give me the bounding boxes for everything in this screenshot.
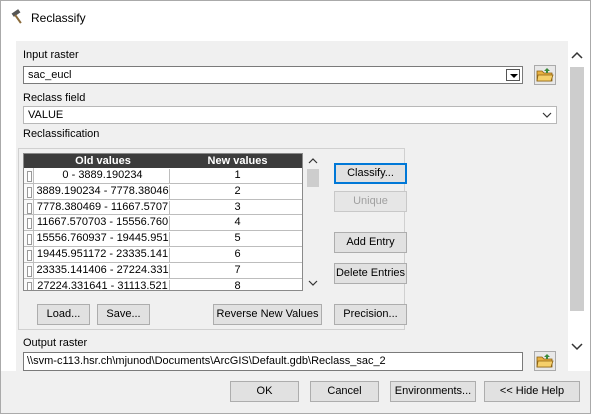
old-values-header: Old values (75, 155, 131, 167)
input-raster-combo[interactable]: sac_eucl (23, 66, 523, 84)
table-row[interactable]: 3889.190234 - 7778.38046 2 (24, 183, 302, 200)
reclass-table[interactable]: Old values New values 0 - 3889.190234 1 38… (23, 153, 303, 291)
add-entry-button[interactable]: Add Entry (334, 232, 407, 253)
table-row[interactable]: 0 - 3889.190234 1 (24, 168, 302, 184)
folder-open-icon (536, 354, 554, 368)
table-scrollbar[interactable] (305, 153, 321, 291)
window-title: Reclassify (31, 11, 86, 25)
new-value-cell[interactable]: 8 (171, 280, 302, 290)
chevron-down-icon[interactable] (506, 69, 520, 81)
new-value-cell[interactable]: 2 (171, 185, 302, 197)
old-value-cell[interactable]: 27224.331641 - 31113.521 (36, 279, 170, 290)
row-selector[interactable] (24, 278, 34, 290)
scroll-thumb[interactable] (570, 67, 584, 311)
precision-button[interactable]: Precision... (334, 304, 407, 325)
scroll-thumb[interactable] (307, 169, 319, 187)
output-raster-value: \\svm-c113.hsr.ch\mjunod\Documents\ArcGI… (27, 355, 386, 367)
table-header: Old values New values (24, 154, 302, 168)
input-raster-browse-button[interactable] (534, 65, 556, 85)
row-selector[interactable] (24, 262, 34, 278)
classify-button[interactable]: Classify... (334, 163, 407, 184)
chevron-down-icon[interactable] (308, 280, 318, 287)
hide-help-button[interactable]: << Hide Help (484, 381, 580, 402)
table-row[interactable]: 27224.331641 - 31113.521 8 (24, 278, 302, 290)
unique-button[interactable]: Unique (334, 191, 407, 212)
new-value-cell[interactable]: 1 (171, 169, 302, 181)
row-selector[interactable] (24, 168, 34, 183)
old-value-cell[interactable]: 15556.760937 - 19445.951 (36, 232, 170, 247)
row-selector[interactable] (24, 199, 34, 215)
old-value-cell[interactable]: 19445.951172 - 23335.141 (36, 248, 170, 263)
new-values-header: New values (207, 155, 268, 167)
output-raster-browse-button[interactable] (534, 351, 556, 371)
table-row[interactable]: 15556.760937 - 19445.951 5 (24, 231, 302, 247)
chevron-up-icon[interactable] (571, 51, 583, 59)
environments-button[interactable]: Environments... (390, 381, 476, 402)
reclass-field-combo[interactable]: VALUE (23, 106, 557, 124)
dialog-scrollbar[interactable] (568, 41, 586, 371)
reclass-field-label: Reclass field (23, 92, 86, 104)
delete-entries-button[interactable]: Delete Entries (334, 263, 407, 284)
save-button[interactable]: Save... (97, 304, 150, 325)
old-value-cell[interactable]: 23335.141406 - 27224.331 (36, 263, 170, 279)
input-raster-label: Input raster (23, 49, 79, 61)
folder-open-icon (536, 68, 554, 82)
table-row[interactable]: 19445.951172 - 23335.141 6 (24, 247, 302, 263)
cancel-button[interactable]: Cancel (310, 381, 379, 402)
new-value-cell[interactable]: 4 (171, 216, 302, 228)
reclassification-group: Old values New values 0 - 3889.190234 1 38… (18, 148, 407, 330)
new-value-cell[interactable]: 7 (171, 264, 302, 276)
ok-button[interactable]: OK (230, 381, 299, 402)
footer-bar: OK Cancel Environments... << Hide Help (1, 371, 590, 413)
table-row[interactable]: 7778.380469 - 11667.5707 3 (24, 199, 302, 216)
output-raster-label: Output raster (23, 337, 88, 349)
title-bar: Reclassify (1, 1, 590, 33)
old-value-cell[interactable]: 3889.190234 - 7778.38046 (36, 184, 170, 200)
chevron-down-icon[interactable] (571, 343, 583, 351)
row-selector[interactable] (24, 215, 34, 231)
new-value-cell[interactable]: 3 (171, 201, 302, 213)
reclassify-window: Reclassify Input raster sac_eucl Reclass… (0, 0, 591, 414)
table-row[interactable]: 23335.141406 - 27224.331 7 (24, 262, 302, 279)
input-raster-value: sac_eucl (28, 69, 72, 81)
new-value-cell[interactable]: 6 (171, 248, 302, 260)
parameters-panel: Input raster sac_eucl Reclass field VALU… (16, 41, 568, 371)
old-value-cell[interactable]: 7778.380469 - 11667.5707 (36, 200, 170, 216)
new-value-cell[interactable]: 5 (171, 232, 302, 244)
chevron-down-icon[interactable] (542, 110, 552, 120)
hammer-icon (11, 9, 22, 24)
output-raster-field[interactable]: \\svm-c113.hsr.ch\mjunod\Documents\ArcGI… (23, 352, 523, 371)
row-selector[interactable] (24, 183, 34, 199)
load-button[interactable]: Load... (37, 304, 90, 325)
reverse-new-values-button[interactable]: Reverse New Values (213, 304, 322, 325)
chevron-up-icon[interactable] (308, 157, 318, 164)
table-row[interactable]: 11667.570703 - 15556.760 4 (24, 215, 302, 232)
reclass-field-value: VALUE (28, 109, 64, 121)
reclassification-label: Reclassification (23, 128, 100, 140)
old-value-cell[interactable]: 11667.570703 - 15556.760 (36, 216, 170, 232)
row-selector[interactable] (24, 231, 34, 246)
old-value-cell[interactable]: 0 - 3889.190234 (36, 169, 170, 184)
row-selector[interactable] (24, 247, 34, 262)
